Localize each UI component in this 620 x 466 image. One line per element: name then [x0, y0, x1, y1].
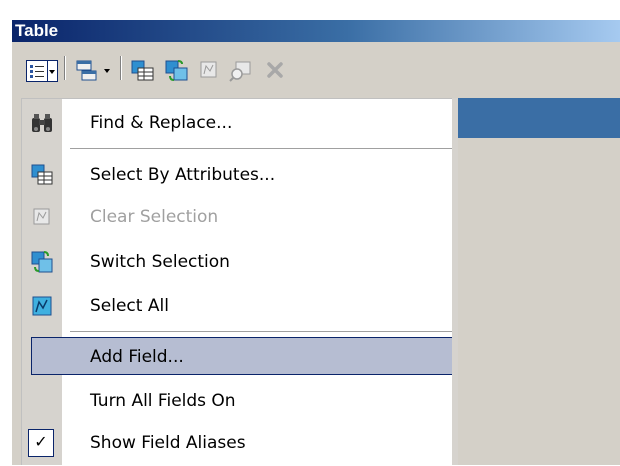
- window-titlebar: Table: [12, 20, 620, 42]
- table-header-strip: [458, 98, 620, 138]
- delete-selected-button[interactable]: [264, 59, 288, 87]
- menu-separator: [70, 331, 456, 332]
- table-options-dropdown[interactable]: [48, 60, 58, 82]
- table-options-button[interactable]: [26, 60, 48, 82]
- menu-item-add-field[interactable]: Add Field...: [22, 335, 459, 380]
- table-grid-area: [458, 98, 620, 465]
- menu-item-label: Show Field Aliases: [90, 433, 246, 453]
- menu-item-label: Find & Replace...: [90, 113, 233, 133]
- menu-item-label: Add Field...: [90, 347, 184, 367]
- menu-item-show-field-aliases[interactable]: ✓ Show Field Aliases: [22, 421, 459, 466]
- menu-item-label: Select All: [90, 296, 169, 316]
- table-options-menu: Find & Replace... Select By Attributes..…: [21, 98, 458, 465]
- chevron-down-icon: [49, 70, 55, 74]
- zoom-to-selected-button[interactable]: [228, 59, 254, 87]
- clear-selection-icon: [200, 61, 217, 78]
- menu-item-find-replace[interactable]: Find & Replace...: [22, 101, 459, 146]
- menu-item-switch-selection[interactable]: Switch Selection: [22, 240, 459, 285]
- menu-item-clear-selection[interactable]: Clear Selection: [22, 195, 459, 240]
- toolbar-separator: [120, 56, 122, 80]
- switch-selection-icon: [165, 60, 188, 81]
- menu-item-label: Turn All Fields On: [90, 391, 236, 411]
- related-tables-button[interactable]: [74, 59, 114, 87]
- checkmark-icon: ✓: [28, 429, 54, 457]
- menu-item-label: Switch Selection: [90, 252, 230, 272]
- switch-selection-icon: [30, 250, 54, 274]
- switch-selection-button[interactable]: [164, 59, 190, 87]
- related-tables-icon: [76, 60, 110, 81]
- select-by-attributes-icon: [131, 60, 154, 81]
- window-title: Table: [15, 21, 59, 40]
- menu-item-turn-all-fields-on[interactable]: Turn All Fields On: [22, 379, 459, 424]
- menu-item-select-by-attributes[interactable]: Select By Attributes...: [22, 153, 459, 198]
- zoom-to-selected-icon: [229, 61, 251, 82]
- menu-item-label: Select By Attributes...: [90, 165, 276, 185]
- select-by-attributes-button[interactable]: [130, 59, 156, 87]
- select-all-icon: [30, 294, 54, 318]
- menu-item-label: Clear Selection: [90, 207, 219, 227]
- table-toolbar: [12, 42, 620, 98]
- binoculars-icon: [30, 111, 54, 135]
- delete-icon: [267, 62, 283, 78]
- menu-right-edge: [452, 98, 458, 465]
- clear-selection-icon: [30, 205, 54, 229]
- menu-separator: [70, 148, 456, 149]
- list-options-icon: [30, 65, 44, 78]
- toolbar-separator: [64, 56, 66, 80]
- select-by-attributes-icon: [30, 163, 54, 187]
- clear-selection-button[interactable]: [198, 59, 222, 87]
- menu-item-select-all[interactable]: Select All: [22, 284, 459, 329]
